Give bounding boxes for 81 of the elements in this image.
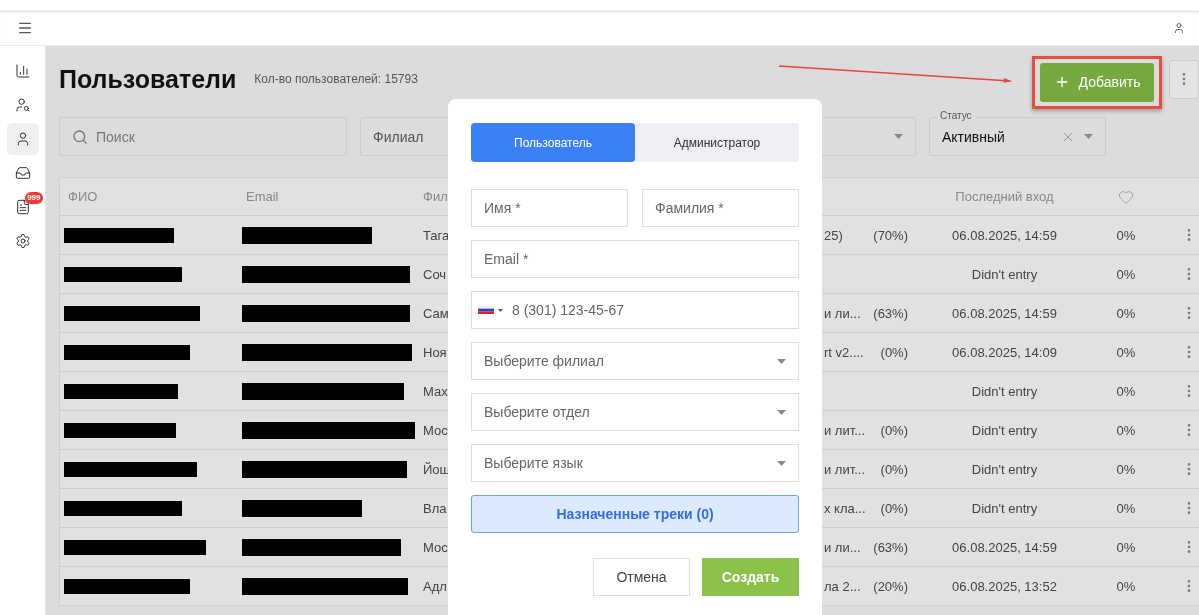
search-icon	[72, 128, 88, 145]
column-header: Фил	[422, 189, 449, 204]
table-cell-text: Мос	[422, 539, 448, 555]
table-cell-text: Мос	[422, 422, 448, 438]
input-field[interactable]: Имя *	[471, 189, 628, 227]
table-cell: и ли...	[824, 539, 861, 555]
table-cell: 0%	[1116, 422, 1136, 438]
caret-icon	[894, 134, 903, 139]
table-cell: х кла...	[824, 500, 866, 516]
table-cell-text: Ноя	[422, 344, 447, 360]
table-cell-text: Тага	[422, 227, 450, 243]
column-header: Email	[245, 189, 280, 204]
table-cell: (70%)	[873, 227, 908, 243]
caret-icon	[1084, 134, 1093, 139]
table-cell: (63%)	[873, 539, 908, 555]
sidebar-icon	[14, 199, 31, 215]
page-title: Пользователи	[59, 64, 237, 94]
caret-icon	[777, 358, 786, 364]
table-cell: Didn't entry	[971, 422, 1038, 438]
sidebar-icon	[14, 63, 31, 79]
sidebar-icon	[14, 97, 31, 113]
phone-field[interactable]: 8 (301) 123-45-67	[471, 291, 799, 329]
tab[interactable]: Пользователь	[471, 123, 635, 162]
table-cell: Didn't entry	[971, 266, 1038, 282]
column-header: Последний вход	[955, 189, 1054, 204]
table-cell: rt v2....	[824, 344, 864, 360]
table-cell: Didn't entry	[971, 383, 1038, 399]
table-cell: и лит...	[824, 461, 866, 477]
heart-icon	[1118, 188, 1134, 205]
sidebar-icon	[14, 165, 31, 181]
table-cell: и ли...	[824, 305, 861, 321]
table-cell: 25)	[824, 227, 843, 243]
table-cell-text: Вла	[422, 500, 447, 516]
column-header: ФИО	[67, 189, 99, 204]
select-field[interactable]: Выберите филиал	[471, 342, 799, 380]
table-cell: (20%)	[873, 578, 908, 594]
table-cell: 0%	[1116, 461, 1136, 477]
tab[interactable]: Администратор	[635, 123, 799, 162]
sidebar-item[interactable]	[6, 123, 39, 155]
table-cell: 0%	[1116, 266, 1136, 282]
select-field[interactable]: Выберите отдел	[471, 393, 799, 431]
table-cell: 06.08.2025, 13:52	[952, 578, 1057, 594]
menu-icon[interactable]	[17, 20, 33, 36]
table-cell: (0%)	[880, 500, 908, 516]
flag-icon[interactable]	[478, 306, 504, 314]
table-cell-text: Адл	[422, 578, 447, 594]
table-cell: (0%)	[880, 461, 908, 477]
table-cell: 06.08.2025, 14:09	[952, 344, 1057, 360]
caret-icon	[777, 409, 786, 415]
table-cell: 06.08.2025, 14:59	[952, 305, 1057, 321]
table-cell: 0%	[1116, 305, 1136, 321]
table-cell: (63%)	[873, 305, 908, 321]
field-label: Статус	[937, 110, 975, 121]
table-cell-text: Сам	[422, 305, 449, 321]
table-cell: 0%	[1116, 383, 1136, 399]
table-cell: 0%	[1116, 539, 1136, 555]
table-cell: и лит...	[824, 422, 866, 438]
table-cell: 0%	[1116, 344, 1136, 360]
avatar-icon[interactable]	[1173, 22, 1185, 34]
user-count: Кол-во пользователей: 15793	[254, 72, 418, 86]
table-cell: 0%	[1116, 500, 1136, 516]
table-cell: 0%	[1116, 578, 1136, 594]
input-field[interactable]: Фамилия *	[642, 189, 799, 227]
table-cell: 06.08.2025, 14:59	[952, 539, 1057, 555]
table-cell: ла 2...	[824, 578, 861, 594]
table-cell-text: Соч	[422, 266, 447, 282]
table-cell: (0%)	[880, 422, 908, 438]
cancel-button[interactable]: Отмена	[593, 558, 690, 596]
sidebar-icon	[14, 233, 31, 249]
table-cell: Didn't entry	[971, 500, 1038, 516]
table-cell-text: Мах	[422, 383, 448, 399]
select-field[interactable]: Выберите язык	[471, 444, 799, 482]
table-cell: Didn't entry	[971, 461, 1038, 477]
table-cell: (0%)	[880, 344, 908, 360]
table-cell: 06.08.2025, 14:59	[952, 227, 1057, 243]
notification-badge: 999	[25, 192, 43, 204]
search-field[interactable]: Поиск	[59, 117, 347, 156]
input-field[interactable]: Email *	[471, 240, 799, 278]
caret-icon	[777, 460, 786, 466]
table-cell: 0%	[1116, 227, 1136, 243]
assigned-tracks-button[interactable]: Назначенные треки (0)	[471, 495, 799, 533]
